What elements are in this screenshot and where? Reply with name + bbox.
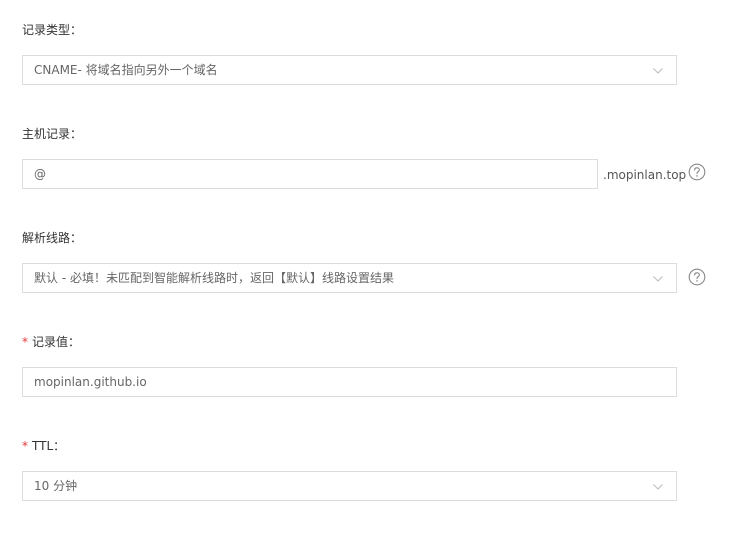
ttl-label: * TTL： xyxy=(22,438,65,454)
record-value-label-text: 记录值： xyxy=(32,335,81,349)
question-circle-icon[interactable] xyxy=(688,163,706,181)
ttl-label-text: TTL： xyxy=(32,439,66,453)
resolve-line-value: 默认 - 必填！未匹配到智能解析线路时，返回【默认】线路设置结果 xyxy=(34,271,394,285)
host-record-input[interactable]: @ xyxy=(22,159,598,189)
record-value-input[interactable]: mopinlan.github.io xyxy=(22,367,677,397)
record-type-label-text: 记录类型： xyxy=(22,23,83,37)
record-type-label: 记录类型： xyxy=(22,22,82,38)
record-value-label: * 记录值： xyxy=(22,334,80,350)
chevron-down-icon xyxy=(653,276,663,282)
required-mark: * xyxy=(22,439,28,453)
ttl-select[interactable]: 10 分钟 xyxy=(22,471,677,501)
chevron-down-icon xyxy=(653,484,663,490)
required-mark: * xyxy=(22,335,28,349)
resolve-line-select[interactable]: 默认 - 必填！未匹配到智能解析线路时，返回【默认】线路设置结果 xyxy=(22,263,677,293)
host-record-value: @ xyxy=(34,167,46,181)
record-value-value: mopinlan.github.io xyxy=(34,375,147,389)
resolve-line-label: 解析线路： xyxy=(22,230,82,246)
chevron-down-icon xyxy=(653,68,663,74)
question-circle-icon[interactable] xyxy=(688,268,706,286)
ttl-value: 10 分钟 xyxy=(34,479,78,493)
record-type-value: CNAME- 将域名指向另外一个域名 xyxy=(34,63,218,77)
host-record-label-text: 主机记录： xyxy=(22,127,83,141)
resolve-line-label-text: 解析线路： xyxy=(22,231,83,245)
domain-suffix: .mopinlan.top xyxy=(603,168,687,182)
host-record-label: 主机记录： xyxy=(22,126,82,142)
record-type-select[interactable]: CNAME- 将域名指向另外一个域名 xyxy=(22,55,677,85)
